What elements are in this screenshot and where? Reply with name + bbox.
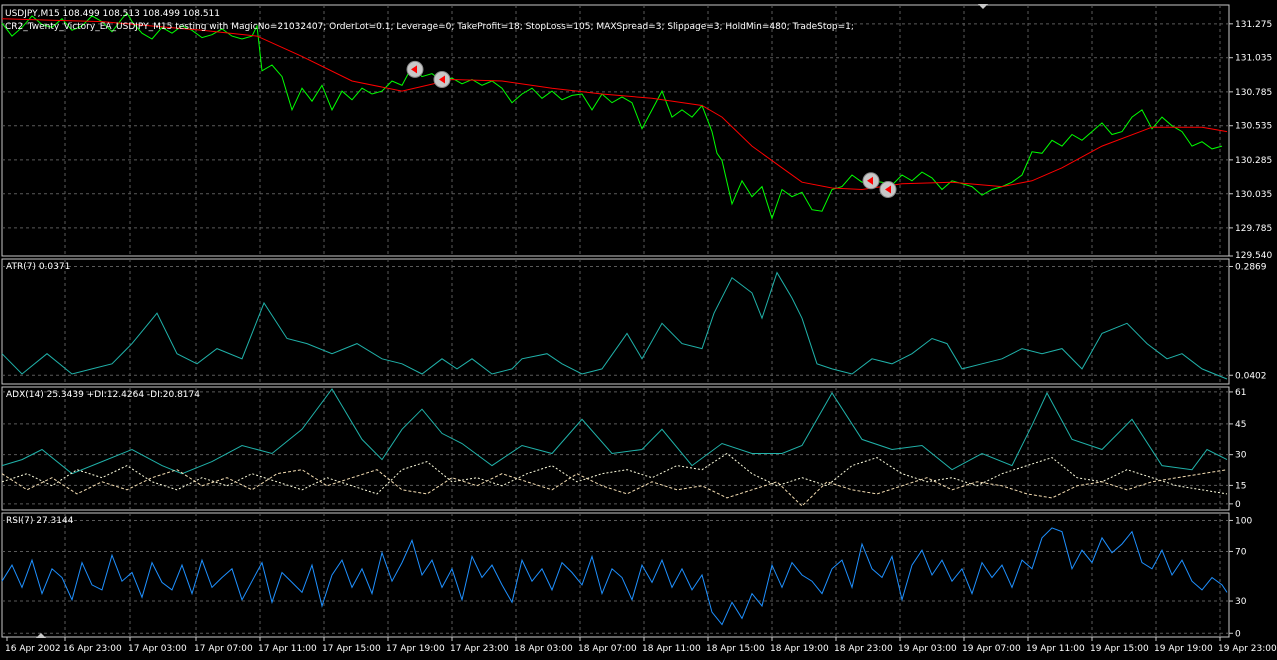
x-tick-label: 17 Apr 15:00 — [322, 644, 381, 654]
y-tick-label: 15 — [1235, 481, 1246, 491]
x-tick-label: 19 Apr 07:00 — [962, 644, 1021, 654]
x-tick-label: 18 Apr 07:00 — [578, 644, 637, 654]
x-tick-label: 18 Apr 15:00 — [706, 644, 765, 654]
rsi-series-rsi-7--line — [1, 527, 1228, 626]
x-tick-label: 17 Apr 23:00 — [450, 644, 509, 654]
x-tick-label: 18 Apr 11:00 — [642, 644, 701, 654]
adx-series--di-line — [1, 452, 1228, 495]
adx-series-adx-14--line — [1, 388, 1228, 475]
x-tick-label: 19 Apr 11:00 — [1026, 644, 1085, 654]
x-tick-label: 18 Apr 03:00 — [514, 644, 573, 654]
y-tick-label: 131.275 — [1235, 20, 1272, 30]
y-tick-label: 45 — [1235, 420, 1246, 430]
y-tick-label: 129.785 — [1235, 224, 1272, 234]
panel-title: ATR(7) 0.0371 — [6, 262, 70, 272]
atr-series-atr-7--line — [1, 271, 1228, 380]
y-tick-label: 0 — [1235, 629, 1241, 639]
ea-settings-header: CR2_Twenty_Victory_EA_USDJPY_M15 testing… — [5, 22, 854, 32]
y-tick-label: 30 — [1235, 597, 1247, 607]
x-tick-label: 19 Apr 03:00 — [898, 644, 957, 654]
panel-title: RSI(7) 27.3144 — [6, 516, 74, 526]
x-tick-label: 19 Apr 23:00 — [1218, 644, 1277, 654]
symbol-header: USDJPY,M15 108.499 108.513 108.499 108.5… — [5, 9, 221, 19]
y-tick-label: 0.0402 — [1235, 371, 1267, 381]
adx-series--di-line — [1, 469, 1228, 507]
y-tick-label: 100 — [1235, 516, 1252, 526]
y-tick-label: 0 — [1235, 500, 1241, 510]
y-tick-label: 130.285 — [1235, 156, 1272, 166]
y-tick-label: 70 — [1235, 547, 1247, 557]
y-tick-label: 0.2869 — [1235, 263, 1267, 273]
x-tick-label: 17 Apr 07:00 — [194, 644, 253, 654]
y-tick-label: 130.535 — [1235, 122, 1272, 132]
x-tick-label: 16 Apr 2002 — [5, 644, 61, 654]
main-series-1-line — [1, 18, 1228, 191]
chart-shift-marker-icon — [978, 4, 988, 9]
panel-frame-0 — [1, 4, 1230, 257]
y-tick-label: 130.785 — [1235, 88, 1272, 98]
y-tick-label: 129.540 — [1235, 251, 1272, 261]
chart-area: 131.275 131.035 130.785 130.535 130.285 130.0… — [1, 4, 1277, 654]
y-tick-label: 130.035 — [1235, 190, 1272, 200]
panel-title: ADX(14) 25.3439 +DI:12.4264 -DI:20.8174 — [6, 390, 200, 400]
y-tick-label: 131.035 — [1235, 54, 1272, 64]
x-tick-label: 18 Apr 19:00 — [770, 644, 829, 654]
panel-frame-3 — [1, 512, 1230, 638]
panel-frame-1 — [1, 258, 1230, 385]
y-tick-label: 30 — [1235, 451, 1247, 461]
x-tick-label: 18 Apr 23:00 — [834, 644, 893, 654]
x-tick-label: 19 Apr 15:00 — [1090, 644, 1149, 654]
x-tick-label: 17 Apr 11:00 — [258, 644, 317, 654]
x-tick-label: 16 Apr 23:00 — [63, 644, 122, 654]
x-tick-label: 17 Apr 03:00 — [128, 644, 187, 654]
x-tick-label: 19 Apr 19:00 — [1154, 644, 1213, 654]
x-tick-label: 17 Apr 19:00 — [386, 644, 445, 654]
panel-frame-2 — [1, 386, 1230, 511]
y-tick-label: 61 — [1235, 388, 1246, 398]
main-series-0-line — [1, 12, 1223, 220]
